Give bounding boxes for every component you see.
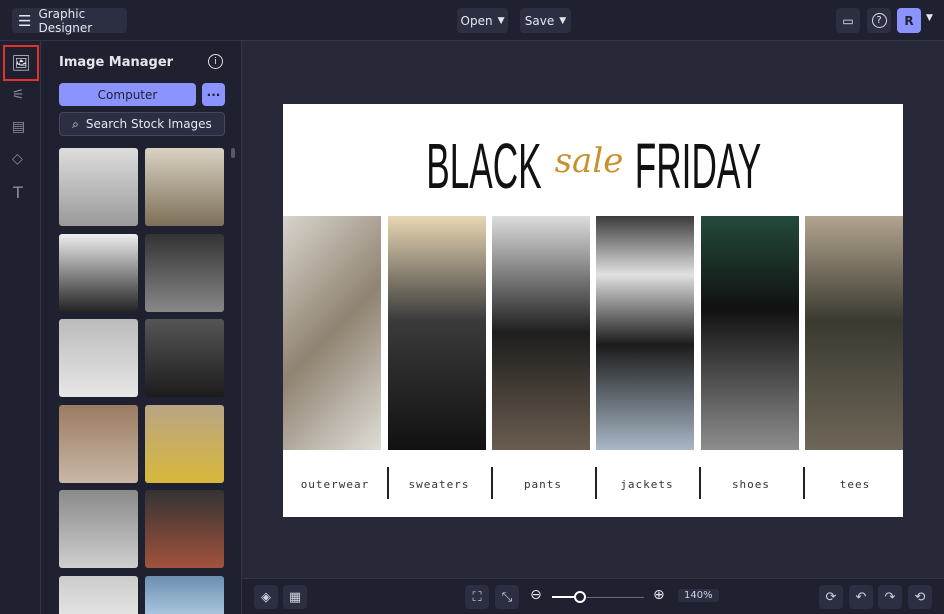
photo-sweaters[interactable] xyxy=(388,216,486,450)
category-label-sweaters: sweaters xyxy=(408,478,470,491)
panel-title: Image Manager xyxy=(59,55,174,70)
title-black: BLACK xyxy=(425,130,542,202)
image-thumbnail[interactable] xyxy=(59,319,138,397)
scrollbar[interactable] xyxy=(231,148,235,158)
divider xyxy=(387,467,389,499)
search-icon: ⌕ xyxy=(72,116,79,131)
avatar[interactable]: R xyxy=(897,8,921,33)
category-label-outerwear: outerwear xyxy=(300,478,370,491)
image-thumbnail[interactable] xyxy=(145,490,224,568)
search-label: Search Stock Images xyxy=(85,117,212,131)
image-manager-panel: Image Manager i Computer ··· ⌕ Search Sto… xyxy=(41,41,242,614)
menu-button[interactable]: ☰ Graphic Designer xyxy=(12,6,127,35)
fit-screen-icon[interactable]: ⛶ xyxy=(465,585,489,609)
refresh-icon[interactable]: ⟳ xyxy=(819,585,843,609)
info-icon[interactable]: i xyxy=(208,54,223,69)
zoom-level[interactable]: 140% xyxy=(678,589,719,602)
category-label-pants: pants xyxy=(523,478,563,491)
save-label: Save xyxy=(524,13,555,28)
category-label-shoes: shoes xyxy=(731,478,771,491)
save-button[interactable]: Save ▼ xyxy=(520,8,571,33)
image-thumbnail[interactable] xyxy=(145,576,224,614)
open-label: Open xyxy=(460,13,493,28)
divider xyxy=(699,467,701,499)
divider xyxy=(491,467,493,499)
comment-button[interactable]: ▭ xyxy=(836,8,860,33)
image-thumbnail[interactable] xyxy=(145,234,224,312)
computer-upload-button[interactable]: Computer xyxy=(59,83,196,106)
image-thumbnail[interactable] xyxy=(59,405,138,483)
category-label-jackets: jackets xyxy=(620,478,674,491)
design-canvas[interactable]: BLACK sale FRIDAY outerwear sweaters pants… xyxy=(283,104,903,517)
chevron-down-icon: ▼ xyxy=(497,15,505,26)
photo-shoes[interactable] xyxy=(701,216,799,450)
help-button[interactable]: ? xyxy=(867,8,891,33)
avatar-initial: R xyxy=(904,13,914,28)
tool-rail: 🖼 ⚟ ▤ ◇ T xyxy=(0,41,41,614)
design-title: BLACK sale FRIDAY xyxy=(283,126,903,206)
image-thumbnail[interactable] xyxy=(59,234,138,312)
photo-tees[interactable] xyxy=(805,216,903,450)
history-icon[interactable]: ⟲ xyxy=(908,585,932,609)
image-thumbnail[interactable] xyxy=(145,319,224,397)
zoom-slider-handle[interactable] xyxy=(574,591,586,603)
image-thumbnail[interactable] xyxy=(145,148,224,226)
photo-outerwear[interactable] xyxy=(283,216,381,450)
image-thumbnail[interactable] xyxy=(145,405,224,483)
shrink-icon[interactable]: ⤡ xyxy=(495,585,519,609)
account-chevron-icon[interactable]: ▼ xyxy=(926,13,933,23)
shapes-icon[interactable]: ◇ xyxy=(12,151,23,167)
chevron-down-icon: ▼ xyxy=(559,15,567,26)
image-thumbnail[interactable] xyxy=(59,576,138,614)
more-options-button[interactable]: ··· xyxy=(202,83,225,106)
category-label-tees: tees xyxy=(839,478,871,491)
top-bar: ☰ Graphic Designer Open ▼ Save ▼ ▭ ? R ▼ xyxy=(0,0,944,41)
app-title: Graphic Designer xyxy=(38,6,93,35)
grid-icon[interactable]: ▦ xyxy=(283,585,307,609)
title-sale: sale xyxy=(554,141,624,181)
comment-icon: ▭ xyxy=(842,13,854,28)
image-icon: 🖼 xyxy=(11,54,31,72)
image-thumbnail[interactable] xyxy=(59,490,138,568)
help-icon: ? xyxy=(871,13,887,28)
adjustments-icon[interactable]: ⚟ xyxy=(12,87,25,103)
more-icon: ··· xyxy=(206,87,221,102)
bottom-toolbar: ◈ ▦ ⛶ ⤡ ⊖ ⊕ 140% ⟳ ↶ ↷ ⟲ xyxy=(242,578,944,614)
redo-icon[interactable]: ↷ xyxy=(878,585,902,609)
hamburger-icon: ☰ xyxy=(18,11,32,30)
photo-jackets[interactable] xyxy=(596,216,694,450)
divider xyxy=(595,467,597,499)
photo-pants[interactable] xyxy=(492,216,590,450)
divider xyxy=(803,467,805,499)
layers-icon[interactable]: ◈ xyxy=(254,585,278,609)
zoom-in-icon[interactable]: ⊕ xyxy=(653,587,665,603)
undo-icon[interactable]: ↶ xyxy=(849,585,873,609)
open-button[interactable]: Open ▼ xyxy=(457,8,508,33)
search-stock-images-button[interactable]: ⌕ Search Stock Images xyxy=(59,112,225,136)
zoom-out-icon[interactable]: ⊖ xyxy=(530,587,542,603)
image-manager-tool[interactable]: 🖼 xyxy=(3,45,39,81)
image-thumbnail[interactable] xyxy=(59,148,138,226)
text-icon[interactable]: T xyxy=(13,183,23,202)
title-friday: FRIDAY xyxy=(635,130,762,202)
computer-label: Computer xyxy=(97,87,158,102)
layout-icon[interactable]: ▤ xyxy=(12,119,25,135)
